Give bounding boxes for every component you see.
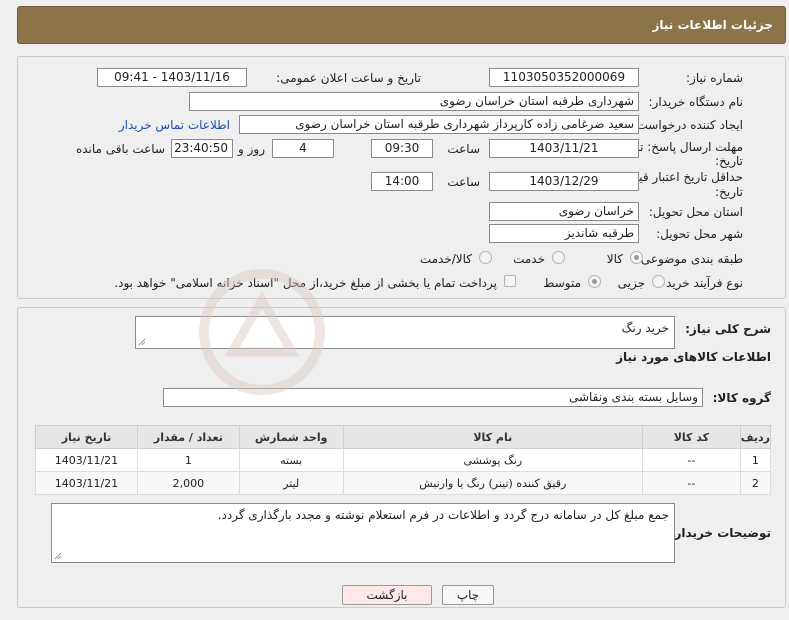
category-option-goods-service: کالا/خدمت xyxy=(419,252,472,266)
table-row: 1 -- رنگ پوششی بسته 1 1403/11/21 xyxy=(35,448,772,472)
buyer-notes-text: جمع مبلغ کل در سامانه درج گردد و اطلاعات… xyxy=(217,508,669,522)
creator-label: ایجاد کننده درخواست: xyxy=(632,118,743,132)
process-radio-medium[interactable] xyxy=(588,275,601,288)
process-radio-minor[interactable] xyxy=(652,275,665,288)
cell-code: -- xyxy=(641,448,741,472)
goods-table-header: ردیف کد کالا نام کالا واحد شمارش تعداد /… xyxy=(35,425,772,449)
process-option-minor: جزیی xyxy=(617,276,645,290)
cell-unit: لیتر xyxy=(238,471,344,495)
cell-qty: 1 xyxy=(136,448,240,472)
buyer-contact-link[interactable]: اطلاعات تماس خریدار xyxy=(119,118,230,132)
page-title: جزئیات اطلاعات نیاز xyxy=(652,18,773,32)
col-row-header: ردیف xyxy=(739,425,772,449)
summary-label: شرح کلی نیاز: xyxy=(685,322,771,336)
summary-text: خرید رنگ xyxy=(621,321,669,335)
remaining-label: ساعت باقی مانده xyxy=(75,142,165,156)
resize-grip-icon xyxy=(54,552,62,560)
reply-date-field: 1403/11/21 xyxy=(489,139,639,158)
cell-row: 2 xyxy=(739,471,772,495)
price-valid-time-label: ساعت xyxy=(447,175,480,189)
col-code-header: کد کالا xyxy=(641,425,741,449)
price-valid-time-field: 14:00 xyxy=(371,172,433,191)
goods-panel: شرح کلی نیاز: خرید رنگ اطلاعات کالاهای م… xyxy=(17,307,786,608)
reply-time-field: 09:30 xyxy=(371,139,433,158)
category-option-service: خدمت xyxy=(513,252,545,266)
days-label: روز و xyxy=(238,142,265,156)
col-unit-header: واحد شمارش xyxy=(238,425,344,449)
back-button[interactable]: بازگشت xyxy=(342,585,432,605)
treasury-payment-checkbox[interactable] xyxy=(504,275,516,287)
col-qty-header: تعداد / مقدار xyxy=(136,425,240,449)
need-info-panel: شماره نیاز: 1103050352000069 تاریخ و ساع… xyxy=(17,56,786,299)
remaining-time-field: 23:40:50 xyxy=(171,139,233,158)
announce-label: تاریخ و ساعت اعلان عمومی: xyxy=(276,71,421,85)
cell-date: 1403/11/21 xyxy=(35,448,138,472)
category-radio-goods[interactable] xyxy=(630,251,643,264)
table-row: 2 -- رقیق کننده (تینر) رنگ یا وارنیش لیت… xyxy=(35,471,772,495)
page-header: جزئیات اطلاعات نیاز xyxy=(17,6,786,44)
goods-group-field: وسایل بسته بندی ونقاشی xyxy=(163,388,703,407)
need-number-field: 1103050352000069 xyxy=(489,68,639,87)
province-label: استان محل تحویل: xyxy=(648,205,743,219)
reply-deadline-label: مهلت ارسال پاسخ: تا xyxy=(636,140,743,154)
cell-code: -- xyxy=(641,471,741,495)
days-field: 4 xyxy=(272,139,334,158)
city-label: شهر محل تحویل: xyxy=(656,227,743,241)
cell-row: 1 xyxy=(739,448,772,472)
goods-table: ردیف کد کالا نام کالا واحد شمارش تعداد /… xyxy=(35,425,772,495)
category-label: طبقه بندی موضوعی: xyxy=(636,252,743,266)
cell-unit: بسته xyxy=(238,448,344,472)
buyer-notes-textarea[interactable]: جمع مبلغ کل در سامانه درج گردد و اطلاعات… xyxy=(51,503,675,563)
price-valid-label-2: تاریخ: xyxy=(715,185,743,199)
announce-datetime-field: 1403/11/16 - 09:41 xyxy=(97,68,247,87)
col-name-header: نام کالا xyxy=(342,425,643,449)
buyer-org-field: شهرداری طرقبه استان خراسان رضوی xyxy=(189,92,639,111)
reply-time-label: ساعت xyxy=(447,142,480,156)
category-radio-goods-service[interactable] xyxy=(479,251,492,264)
city-field: طرقبه شاندیز xyxy=(489,224,639,243)
buyer-notes-label: توضیحات خریدار: xyxy=(669,526,771,540)
goods-info-title: اطلاعات کالاهای مورد نیاز xyxy=(616,350,771,364)
province-field: خراسان رضوی xyxy=(489,202,639,221)
buyer-org-label: نام دستگاه خریدار: xyxy=(648,95,744,109)
creator-field: سعید ضرغامی زاده کارپرداز شهرداری طرقبه … xyxy=(239,115,639,134)
reply-deadline-label-2: تاریخ: xyxy=(715,154,743,168)
cell-qty: 2,000 xyxy=(136,471,240,495)
need-number-label: شماره نیاز: xyxy=(686,71,743,85)
process-label: نوع فرآیند خرید : xyxy=(658,276,743,290)
price-valid-date-field: 1403/12/29 xyxy=(489,172,639,191)
process-option-medium: متوسط xyxy=(543,276,581,290)
category-option-goods: کالا xyxy=(606,252,623,266)
resize-grip-icon xyxy=(138,338,146,346)
cell-date: 1403/11/21 xyxy=(35,471,138,495)
print-button[interactable]: چاپ xyxy=(442,585,494,605)
summary-textarea[interactable]: خرید رنگ xyxy=(135,316,675,349)
cell-name: رنگ پوششی xyxy=(342,448,643,472)
goods-group-label: گروه کالا: xyxy=(712,391,771,405)
treasury-payment-note: پرداخت تمام یا بخشی از مبلغ خرید،از محل … xyxy=(114,276,497,290)
cell-name: رقیق کننده (تینر) رنگ یا وارنیش xyxy=(342,471,643,495)
col-date-header: تاریخ نیاز xyxy=(35,425,138,449)
category-radio-service[interactable] xyxy=(552,251,565,264)
